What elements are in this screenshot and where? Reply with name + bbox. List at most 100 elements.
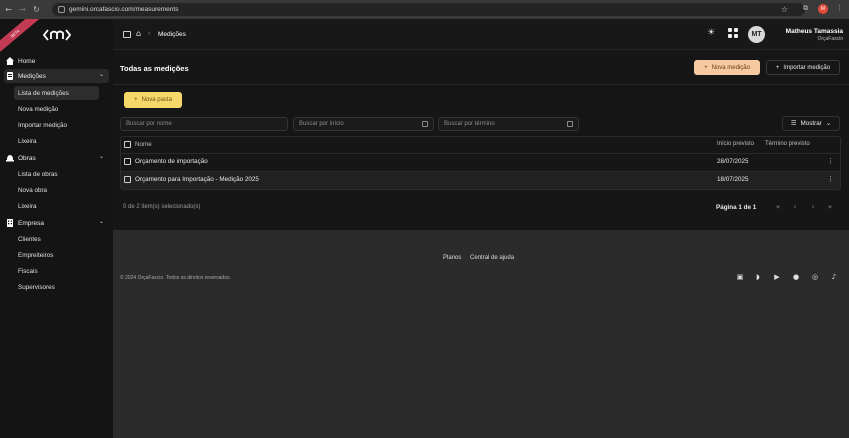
tiktok-icon[interactable]: ♪ (829, 272, 839, 282)
column-header-start[interactable]: Início previsto (717, 141, 754, 147)
row-start-date: 18/07/2025 (717, 176, 749, 183)
sidebar-subitem-clientes[interactable]: Clientes (14, 232, 99, 246)
sidebar: BETA Home Medições ⌄ Lista de medições N… (0, 19, 113, 438)
calendar-icon[interactable] (422, 121, 428, 127)
plus-icon: + (775, 64, 780, 71)
sidebar-subitem-lista-de-obras[interactable]: Lista de obras (14, 167, 99, 181)
home-icon (6, 57, 14, 65)
new-folder-button[interactable]: + Nova pasta (124, 92, 182, 108)
top-header: ⌂ › Medições ☀ MT Matheus Tamassia OrçaF… (113, 19, 849, 50)
sidebar-subitem-fiscais[interactable]: Fiscais (14, 264, 99, 278)
measurements-table: Nome Início previsto Término previsto Or… (120, 136, 841, 190)
plus-icon: + (704, 64, 708, 71)
sidebar-subitem-lixeira[interactable]: Lixeira (14, 134, 99, 148)
last-page-icon[interactable]: » (823, 201, 837, 213)
column-header-end[interactable]: Término previsto (765, 141, 810, 147)
previous-page-icon[interactable]: ‹ (788, 201, 802, 213)
column-header-name[interactable]: Nome (135, 141, 152, 148)
sidebar-item-medicoes[interactable]: Medições ⌄ (4, 69, 109, 83)
sidebar-item-empresa[interactable]: Empresa ⌄ (4, 216, 109, 230)
sidebar-item-label: Medições (18, 72, 46, 80)
profile-avatar[interactable]: M (818, 4, 828, 14)
page-title: Todas as medições (120, 64, 189, 73)
sidebar-subitem-supervisores[interactable]: Supervisores (14, 280, 99, 294)
row-name[interactable]: Orçamento de importação (135, 158, 208, 165)
table-row[interactable]: Orçamento para Importação - Medição 2025… (121, 172, 840, 189)
calendar-icon[interactable] (567, 121, 573, 127)
row-actions-icon[interactable]: ⋮ (827, 157, 834, 165)
search-start-date-input[interactable]: Buscar por início (293, 117, 434, 131)
address-bar[interactable]: gemini.orcafascio.com/measurements ☆ (52, 3, 805, 16)
back-icon[interactable]: ← (3, 4, 14, 15)
main-content: Todas as medições + Nova medição + Impor… (113, 50, 849, 230)
sidebar-subitem-nova-obra[interactable]: Nova obra (14, 183, 99, 197)
footer: Planos Central de ajuda © 2024 OrçaFasci… (113, 230, 849, 438)
new-measurement-label: Nova medição (711, 64, 750, 71)
sidebar-subitem-lixeira-obras[interactable]: Lixeira (14, 199, 99, 213)
breadcrumb-separator-icon: › (148, 30, 151, 37)
theme-toggle-sun-icon[interactable]: ☀ (707, 28, 715, 38)
sidebar-toggle-icon[interactable] (123, 31, 131, 38)
reload-icon[interactable]: ↻ (31, 4, 42, 15)
site-info-icon[interactable] (58, 6, 65, 13)
table-header-row: Nome Início previsto Término previsto (121, 137, 840, 154)
linkedin-icon[interactable]: ▣ (735, 272, 745, 282)
search-name-placeholder: Buscar por nome (126, 121, 172, 127)
first-page-icon[interactable]: « (771, 201, 785, 213)
row-name[interactable]: Orçamento para Importação - Medição 2025 (135, 176, 259, 183)
apps-grid-icon[interactable] (728, 28, 739, 39)
user-name[interactable]: Matheus Tamassia (769, 28, 843, 35)
copyright: © 2024 OrçaFascio. Todos os direitos res… (120, 275, 231, 281)
spotify-icon[interactable]: ◗ (753, 272, 763, 282)
row-checkbox[interactable] (124, 176, 131, 183)
sidebar-item-home[interactable]: Home (4, 54, 109, 68)
sidebar-item-label: Home (18, 57, 36, 65)
select-all-checkbox[interactable] (124, 141, 131, 148)
divider (113, 84, 849, 85)
next-page-icon[interactable]: › (806, 201, 820, 213)
search-start-placeholder: Buscar por início (299, 121, 344, 127)
plus-icon: + (134, 97, 138, 103)
table-row[interactable]: Orçamento de importação 28/07/2025 ⋮ (121, 154, 840, 172)
breadcrumb-home-icon[interactable]: ⌂ (136, 29, 141, 38)
sidebar-subitem-importar-medicao[interactable]: Importar medição (14, 118, 99, 132)
user-organization: OrçaFascio (817, 36, 843, 42)
new-folder-label: Nova pasta (141, 97, 172, 103)
selection-count: 0 de 2 item(s) selecionado(s) (123, 204, 201, 210)
chevron-down-icon: ⌄ (98, 71, 104, 78)
sliders-icon: ☰ (790, 120, 797, 127)
browser-toolbar: ← → ↻ gemini.orcafascio.com/measurements… (0, 0, 849, 19)
sidebar-subitem-nova-medicao[interactable]: Nova medição (14, 102, 99, 116)
footer-link-central-de-ajuda[interactable]: Central de ajuda (470, 255, 514, 261)
instagram-icon[interactable]: ◎ (810, 272, 820, 282)
bookmark-star-icon[interactable]: ☆ (781, 5, 788, 14)
user-avatar[interactable]: MT (748, 26, 765, 43)
document-icon (7, 72, 13, 80)
new-measurement-button[interactable]: + Nova medição (694, 60, 760, 75)
breadcrumb-current: Medições (158, 31, 186, 38)
forward-icon[interactable]: → (17, 4, 28, 15)
url-text: gemini.orcafascio.com/measurements (69, 6, 179, 13)
sidebar-subitem-empreiteiros[interactable]: Empreiteiros (14, 248, 99, 262)
import-measurement-button[interactable]: + Importar medição (766, 60, 840, 75)
row-actions-icon[interactable]: ⋮ (827, 175, 834, 183)
extensions-icon[interactable]: ⧉ (803, 4, 808, 13)
sidebar-item-label: Obras (18, 154, 36, 162)
row-checkbox[interactable] (124, 158, 131, 165)
chevron-down-icon: ⌄ (98, 153, 104, 160)
show-columns-label: Mostrar (800, 120, 822, 127)
footer-links: Planos Central de ajuda (443, 255, 521, 261)
search-name-input[interactable]: Buscar por nome (120, 117, 288, 131)
search-end-date-input[interactable]: Buscar por término (438, 117, 579, 131)
youtube-icon[interactable]: ▶ (772, 272, 782, 282)
sidebar-item-obras[interactable]: Obras ⌄ (4, 151, 109, 165)
facebook-icon[interactable]: ● (791, 272, 801, 282)
show-columns-button[interactable]: ☰ Mostrar ⌄ (782, 116, 840, 131)
footer-link-planos[interactable]: Planos (443, 255, 461, 261)
page-indicator: Página 1 de 1 (716, 204, 757, 211)
import-measurement-label: Importar medição (783, 64, 831, 71)
search-end-placeholder: Buscar por término (444, 121, 495, 127)
sidebar-subitem-lista-de-medicoes[interactable]: Lista de medições (14, 86, 99, 100)
browser-menu-icon[interactable]: ⋮ (836, 4, 843, 12)
app-logo-icon[interactable] (43, 27, 71, 43)
